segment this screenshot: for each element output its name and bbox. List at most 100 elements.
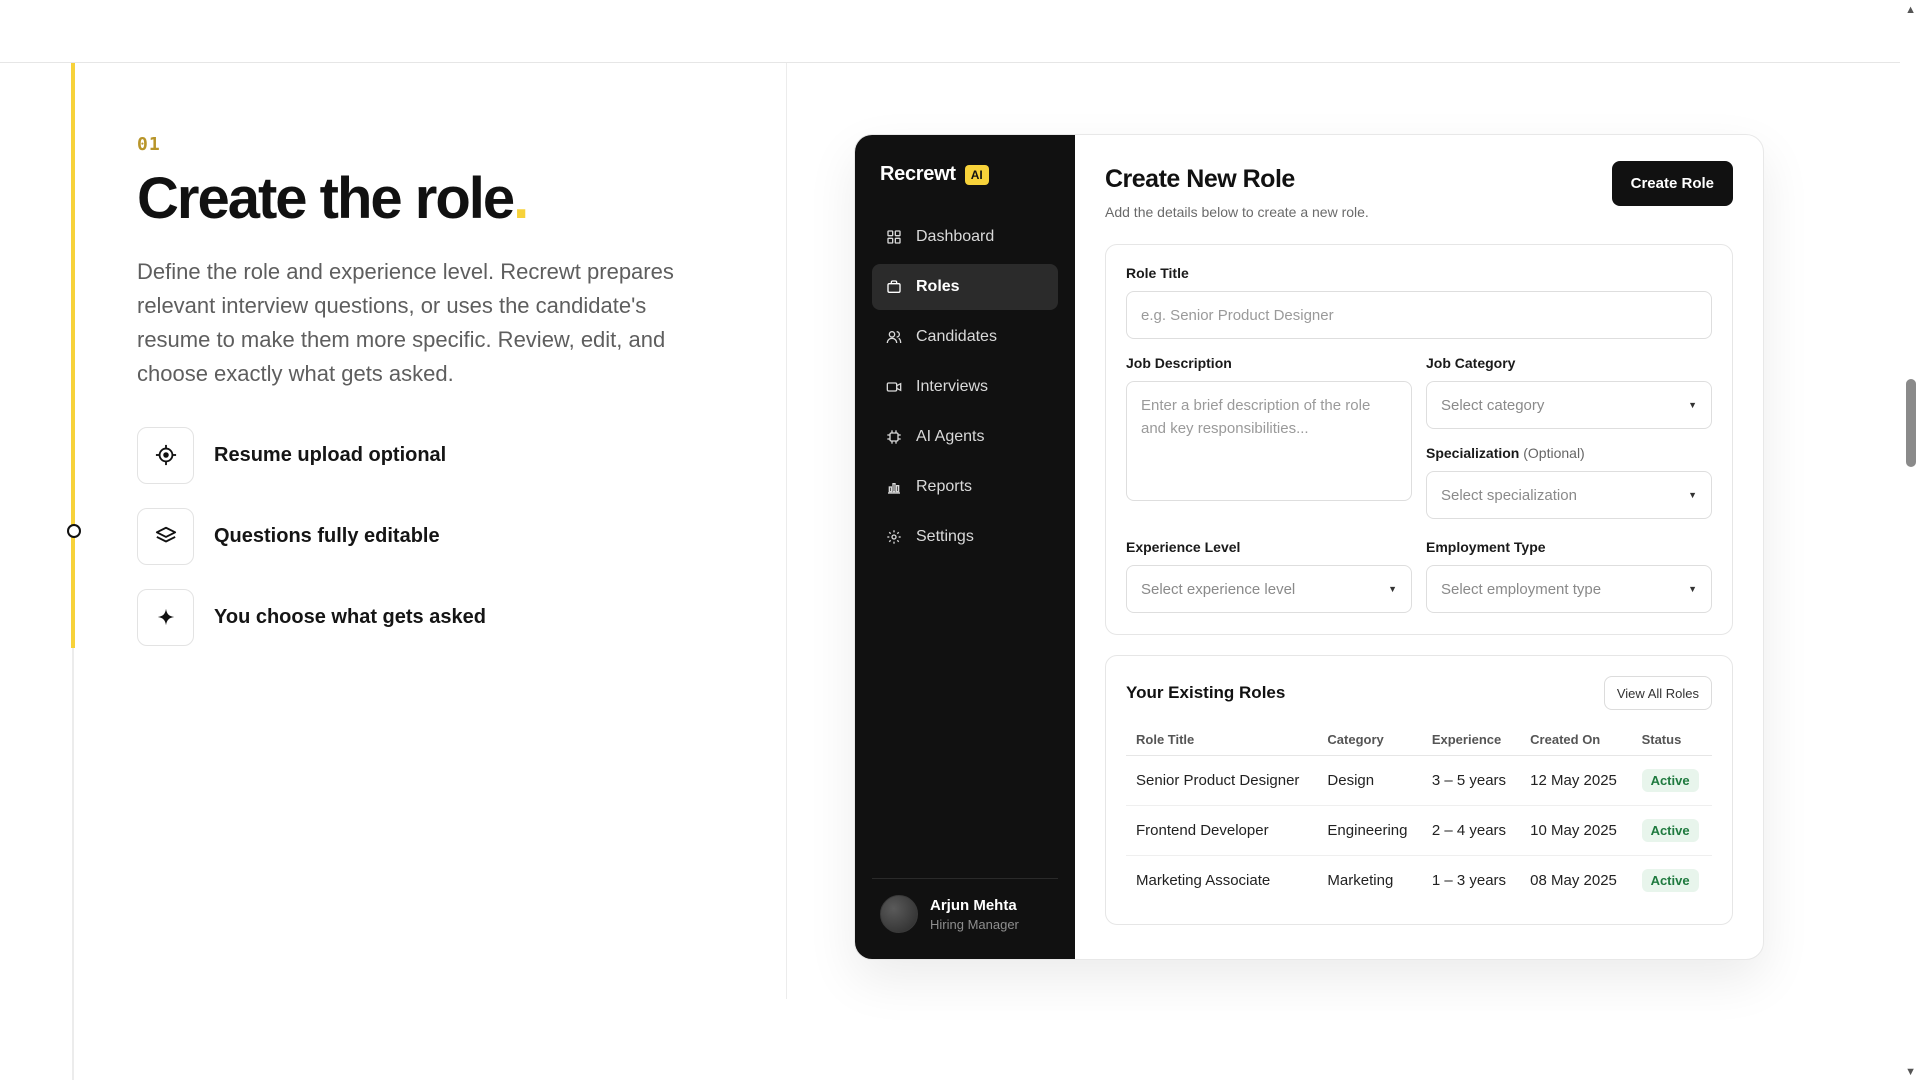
table-row[interactable]: Marketing Associate Marketing 1 – 3 year… bbox=[1126, 856, 1712, 906]
status-badge: Active bbox=[1641, 819, 1699, 842]
feature-item: Questions fully editable bbox=[137, 507, 737, 565]
create-role-button[interactable]: Create Role bbox=[1611, 161, 1733, 206]
job-category-select[interactable]: Select category ▼ bbox=[1426, 381, 1712, 429]
sidebar-item-ai-agents[interactable]: AI Agents bbox=[872, 414, 1058, 460]
page-scrollbar[interactable]: ▲ ▼ bbox=[1900, 0, 1920, 1080]
brand-badge: AI bbox=[964, 164, 989, 185]
column-header[interactable]: Category bbox=[1317, 724, 1422, 756]
page-title: Create New Role bbox=[1105, 165, 1295, 193]
specialization-select[interactable]: Select specialization ▼ bbox=[1426, 471, 1712, 519]
feature-list: Resume upload optional Questions fully e… bbox=[137, 426, 737, 646]
status-cell: Active bbox=[1631, 755, 1712, 806]
column-header[interactable]: Status bbox=[1631, 724, 1712, 756]
category-cell: Engineering bbox=[1317, 805, 1422, 856]
timeline-marker bbox=[67, 524, 81, 538]
status-cell: Active bbox=[1632, 856, 1712, 906]
sidebar-item-settings[interactable]: Settings bbox=[872, 514, 1058, 560]
sidebar-item-roles[interactable]: Roles bbox=[872, 264, 1058, 310]
role-title-cell: Marketing Associate bbox=[1136, 872, 1271, 890]
caret-down-icon: ▼ bbox=[1388, 584, 1397, 594]
experience-level-select[interactable]: Select experience level ▼ bbox=[1126, 565, 1412, 613]
sidebar-item-label: Roles bbox=[916, 278, 960, 295]
sidebar-item-candidates[interactable]: Candidates bbox=[872, 314, 1058, 360]
created-on-cell: 08 May 2025 bbox=[1530, 872, 1617, 890]
layers-icon bbox=[137, 507, 194, 565]
crosshair-icon bbox=[137, 426, 194, 484]
role-title-cell: Frontend Developer bbox=[1126, 805, 1318, 856]
table-row[interactable]: Frontend Developer Engineering 2 – 4 yea… bbox=[1126, 805, 1712, 856]
employment-type-select[interactable]: Select employment type ▼ bbox=[1426, 565, 1712, 613]
job-description-label: Job Description bbox=[1126, 355, 1232, 371]
table-row[interactable]: Senior Product Designer Design 3 – 5 yea… bbox=[1126, 755, 1712, 806]
column-divider bbox=[786, 63, 787, 999]
sidebar-item-label: AI Agents bbox=[916, 428, 985, 445]
brand[interactable]: Recrewt AI bbox=[872, 163, 1058, 186]
job-category-label: Job Category bbox=[1426, 355, 1516, 371]
grid-icon bbox=[887, 230, 901, 244]
main-content: Create New Role Add the details below to… bbox=[1075, 135, 1763, 959]
sidebar-item-label: Dashboard bbox=[916, 228, 995, 245]
feature-label: You choose what gets asked bbox=[214, 605, 486, 628]
sidebar-item-label: Reports bbox=[916, 478, 973, 495]
caret-down-icon: ▼ bbox=[1688, 400, 1697, 410]
existing-roles-card: Your Existing Roles View All Roles Role … bbox=[1105, 655, 1733, 925]
user-profile[interactable]: Arjun Mehta Hiring Manager bbox=[872, 878, 1058, 933]
sidebar: Recrewt AI Dashboard Roles Candidates In… bbox=[855, 135, 1075, 959]
sidebar-item-dashboard[interactable]: Dashboard bbox=[872, 214, 1058, 260]
sidebar-item-label: Candidates bbox=[916, 328, 997, 345]
select-value: Select specialization bbox=[1441, 486, 1577, 504]
column-header[interactable]: Experience bbox=[1421, 724, 1521, 756]
header-divider bbox=[0, 62, 1900, 63]
scroll-up-arrow-icon[interactable]: ▲ bbox=[1905, 4, 1916, 16]
sidebar-nav: Dashboard Roles Candidates Interviews AI… bbox=[872, 214, 1058, 560]
status-cell: Active bbox=[1631, 805, 1712, 856]
users-icon bbox=[886, 331, 902, 344]
created-on-cell: 10 May 2025 bbox=[1520, 805, 1632, 856]
role-title-label: Role Title bbox=[1126, 265, 1189, 281]
existing-roles-title: Your Existing Roles bbox=[1126, 683, 1286, 702]
category-cell: Marketing bbox=[1327, 872, 1394, 890]
category-cell: Design bbox=[1317, 755, 1422, 806]
user-role: Hiring Manager bbox=[930, 916, 1019, 932]
specialization-label: Specialization (Optional) bbox=[1426, 445, 1585, 461]
status-badge: Active bbox=[1641, 869, 1699, 893]
column-header[interactable]: Role Title bbox=[1126, 724, 1318, 756]
scrollbar-thumb[interactable] bbox=[1906, 379, 1916, 467]
brand-name: Recrewt bbox=[880, 163, 956, 185]
feature-item: You choose what gets asked bbox=[137, 588, 737, 646]
experience-cell: 3 – 5 years bbox=[1421, 755, 1521, 806]
chip-icon bbox=[887, 430, 901, 444]
sidebar-item-label: Settings bbox=[916, 528, 974, 545]
scroll-down-arrow-icon[interactable]: ▼ bbox=[1905, 1066, 1916, 1078]
select-value: Select experience level bbox=[1141, 580, 1296, 598]
avatar bbox=[880, 895, 918, 933]
select-value: Select category bbox=[1441, 396, 1545, 414]
experience-level-label: Experience Level bbox=[1126, 539, 1241, 555]
experience-cell: 1 – 3 years bbox=[1431, 872, 1507, 890]
app-preview: Recrewt AI Dashboard Roles Candidates In… bbox=[854, 134, 1764, 960]
feature-item: Resume upload optional bbox=[137, 426, 737, 484]
feature-label: Resume upload optional bbox=[214, 443, 447, 466]
caret-down-icon: ▼ bbox=[1688, 584, 1697, 594]
sidebar-item-label: Interviews bbox=[916, 378, 989, 395]
view-all-roles-button[interactable]: View All Roles bbox=[1603, 676, 1712, 710]
page-header: Create New Role Add the details below to… bbox=[1105, 161, 1733, 220]
sparkle-icon bbox=[137, 588, 194, 646]
step-description: Define the role and experience level. Re… bbox=[137, 258, 674, 386]
bar-chart-icon bbox=[888, 483, 900, 494]
sidebar-item-interviews[interactable]: Interviews bbox=[872, 364, 1058, 410]
roles-table: Role Title Category Experience Created O… bbox=[1126, 724, 1712, 906]
sidebar-item-reports[interactable]: Reports bbox=[872, 464, 1058, 510]
step-number: 01 bbox=[137, 134, 161, 155]
column-header[interactable]: Created On bbox=[1520, 724, 1632, 756]
role-form: Role Title e.g. Senior Product Designer … bbox=[1105, 244, 1733, 635]
role-title-cell: Senior Product Designer bbox=[1126, 755, 1318, 806]
role-title-input[interactable]: e.g. Senior Product Designer bbox=[1126, 291, 1712, 339]
step-section: 01 Create the role. Define the role and … bbox=[137, 134, 737, 646]
feature-label: Questions fully editable bbox=[214, 524, 440, 547]
status-badge: Active bbox=[1641, 769, 1699, 792]
gear-icon bbox=[887, 530, 901, 544]
page-subtitle: Add the details below to create a new ro… bbox=[1105, 204, 1369, 220]
job-description-input[interactable]: Enter a brief description of the role an… bbox=[1126, 381, 1412, 501]
created-on-cell: 12 May 2025 bbox=[1520, 755, 1632, 806]
